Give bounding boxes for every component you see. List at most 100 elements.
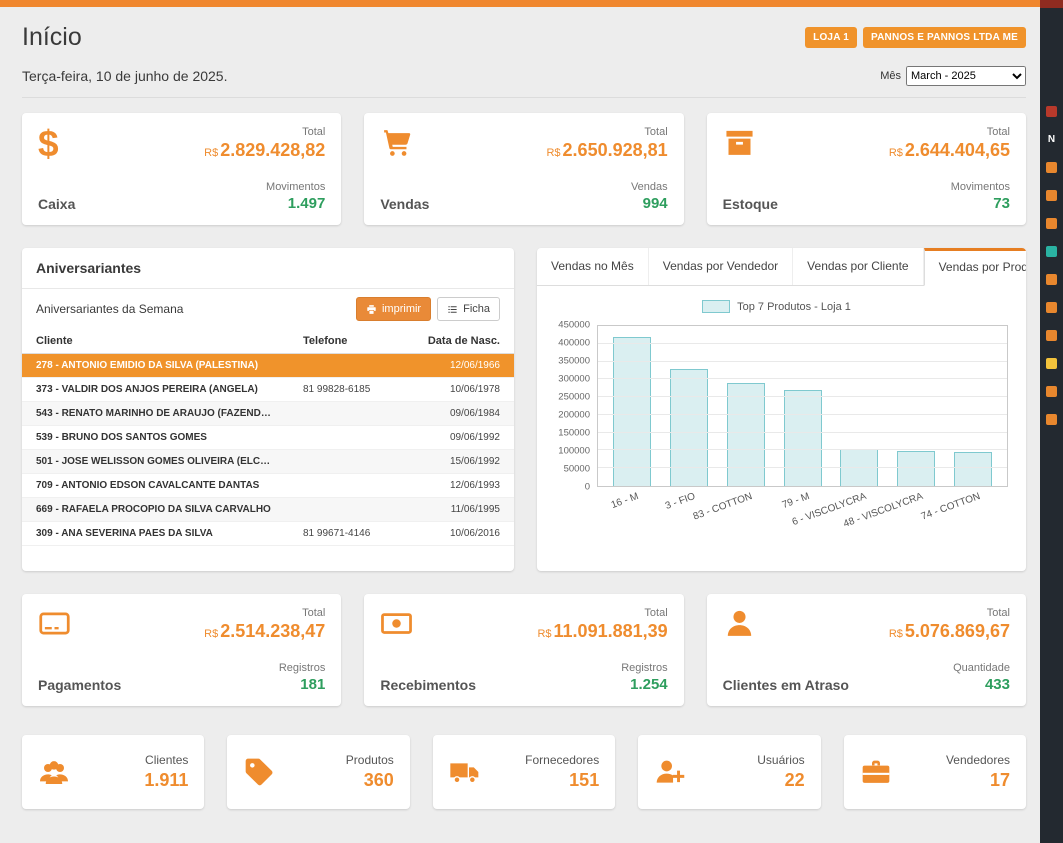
sidebar-shortcut-8-icon[interactable] — [1046, 358, 1057, 369]
sidebar-shortcut-5-icon[interactable] — [1046, 274, 1057, 285]
cell-telefone — [289, 450, 409, 474]
table-row[interactable]: 709 - ANTONIO EDSON CAVALCANTE DANTAS12/… — [22, 474, 514, 498]
y-tick-label: 200000 — [558, 410, 590, 421]
card-title: Pagamentos — [38, 677, 121, 693]
cell-telefone — [289, 402, 409, 426]
table-row[interactable]: 278 - ANTONIO EMIDIO DA SILVA (PALESTINA… — [22, 354, 514, 378]
mini-value: 151 — [569, 770, 599, 791]
y-tick-label: 400000 — [558, 338, 590, 349]
cell-data-nasc: 09/06/1992 — [409, 426, 514, 450]
mini-label: Fornecedores — [525, 753, 599, 767]
sidebar-n-badge[interactable]: N — [1046, 134, 1057, 145]
card-clientes-em-atraso[interactable]: Clientes em Atraso Total R$5.076.869,67 … — [707, 594, 1026, 706]
bar-16-m — [613, 337, 651, 486]
sidebar-shortcut-7-icon[interactable] — [1046, 330, 1057, 341]
ficha-button[interactable]: Ficha — [437, 297, 500, 321]
table-row[interactable]: 501 - JOSE WELISSON GOMES OLIVEIRA (ELC…… — [22, 450, 514, 474]
count-label: Registros — [279, 662, 325, 674]
mini-value: 17 — [990, 770, 1010, 791]
gridline — [598, 432, 1007, 433]
table-row[interactable]: 373 - VALDIR DOS ANJOS PEREIRA (ANGELA)8… — [22, 378, 514, 402]
store-badge[interactable]: LOJA 1 — [805, 27, 857, 48]
tab-vendas-por-vendedor[interactable]: Vendas por Vendedor — [649, 248, 793, 285]
sidebar-shortcut-4-icon[interactable] — [1046, 246, 1057, 257]
mini-label: Produtos — [346, 753, 394, 767]
sidebar-shortcut-10-icon[interactable] — [1046, 414, 1057, 425]
chart-area: Top 7 Produtos - Loja 1 0500001000001500… — [537, 286, 1026, 539]
x-tick-label: 79 - M — [780, 491, 810, 511]
col-cliente: Cliente — [22, 329, 289, 354]
gridline — [598, 361, 1007, 362]
bar-slot — [604, 326, 661, 486]
cell-telefone — [289, 354, 409, 378]
count-label: Registros — [621, 662, 667, 674]
count-value: 1.254 — [630, 676, 668, 693]
right-sidebar[interactable]: N — [1040, 0, 1063, 843]
card-caixa[interactable]: $ Caixa Total R$2.829.428,82 Movimentos … — [22, 113, 341, 225]
sidebar-shortcut-6-icon[interactable] — [1046, 302, 1057, 313]
bar-74-cotton — [954, 452, 992, 486]
current-date: Terça-feira, 10 de junho de 2025. — [22, 68, 227, 84]
y-tick-label: 450000 — [558, 320, 590, 331]
gridline — [598, 343, 1007, 344]
table-row[interactable]: 539 - BRUNO DOS SANTOS GOMES 09/06/1992 — [22, 426, 514, 450]
cell-cliente: 669 - RAFAELA PROCOPIO DA SILVA CARVALHO — [22, 498, 289, 522]
card-vendas[interactable]: Vendas Total R$2.650.928,81 Vendas 994 — [364, 113, 683, 225]
sales-panel: Vendas no MêsVendas por VendedorVendas p… — [537, 248, 1026, 571]
bar-48-viscolycra — [897, 451, 935, 486]
user-plus-icon — [654, 756, 686, 788]
card-estoque[interactable]: Estoque Total R$2.644.404,65 Movimentos … — [707, 113, 1026, 225]
count-value: 1.497 — [288, 195, 326, 212]
sidebar-shortcut-2-icon[interactable] — [1046, 190, 1057, 201]
month-select[interactable]: March - 2025 — [906, 66, 1026, 86]
birthdays-title: Aniversariantes — [22, 248, 514, 289]
total-label: Total — [644, 607, 667, 619]
stat-cards-top-row: $ Caixa Total R$2.829.428,82 Movimentos … — [22, 113, 1026, 225]
card-pagamentos[interactable]: Pagamentos Total R$2.514.238,47 Registro… — [22, 594, 341, 706]
cell-cliente: 539 - BRUNO DOS SANTOS GOMES — [22, 426, 289, 450]
card-title: Caixa — [38, 196, 75, 212]
count-value: 994 — [643, 195, 668, 212]
y-tick-label: 150000 — [558, 428, 590, 439]
main-content: Início LOJA 1 PANNOS E PANNOS LTDA ME Te… — [0, 7, 1040, 809]
cell-telefone: 81 99671-4146 — [289, 522, 409, 546]
card-fornecedores[interactable]: Fornecedores 151 — [433, 735, 615, 809]
gridline — [598, 449, 1007, 450]
tab-vendas-por-cliente[interactable]: Vendas por Cliente — [793, 248, 923, 285]
sidebar-shortcut-3-icon[interactable] — [1046, 218, 1057, 229]
count-label: Vendas — [631, 181, 668, 193]
cell-cliente: 373 - VALDIR DOS ANJOS PEREIRA (ANGELA) — [22, 378, 289, 402]
card-title: Estoque — [723, 196, 778, 212]
sidebar-shortcut-1-icon[interactable] — [1046, 162, 1057, 173]
table-row[interactable]: 543 - RENATO MARINHO DE ARAUJO (FAZEND…0… — [22, 402, 514, 426]
table-row[interactable]: 669 - RAFAELA PROCOPIO DA SILVA CARVALHO… — [22, 498, 514, 522]
card-produtos[interactable]: Produtos 360 — [227, 735, 409, 809]
cell-data-nasc: 10/06/2016 — [409, 522, 514, 546]
y-tick-label: 250000 — [558, 392, 590, 403]
date-row: Terça-feira, 10 de junho de 2025. Mês Ma… — [22, 66, 1026, 98]
currency-label: R$ — [889, 628, 903, 640]
cell-cliente: 709 - ANTONIO EDSON CAVALCANTE DANTAS — [22, 474, 289, 498]
stat-cards-mid-row: Pagamentos Total R$2.514.238,47 Registro… — [22, 594, 1026, 706]
birthday-table: Cliente Telefone Data de Nasc. 278 - ANT… — [22, 329, 514, 546]
card-title: Clientes em Atraso — [723, 677, 849, 693]
card-usuarios[interactable]: Usuários 22 — [638, 735, 820, 809]
tab-vendas-por-produto[interactable]: Vendas por Produto — [924, 248, 1026, 286]
tab-vendas-no-m-s[interactable]: Vendas no Mês — [537, 248, 649, 285]
chart-plot — [597, 325, 1008, 487]
legend-label: Top 7 Produtos - Loja 1 — [737, 301, 851, 313]
sidebar-shortcut-9-icon[interactable] — [1046, 386, 1057, 397]
card-vendedores[interactable]: Vendedores 17 — [844, 735, 1026, 809]
card-clientes[interactable]: Clientes 1.911 — [22, 735, 204, 809]
panels-row: Aniversariantes Aniversariantes da Seman… — [22, 248, 1026, 571]
list-icon — [447, 304, 458, 315]
briefcase-icon — [860, 756, 892, 788]
cell-cliente: 543 - RENATO MARINHO DE ARAUJO (FAZEND… — [22, 402, 289, 426]
print-button[interactable]: imprimir — [356, 297, 431, 321]
card-recebimentos[interactable]: Recebimentos Total R$11.091.881,39 Regis… — [364, 594, 683, 706]
amount: 2.644.404,65 — [905, 140, 1010, 160]
table-row[interactable]: 309 - ANA SEVERINA PAES DA SILVA81 99671… — [22, 522, 514, 546]
sidebar-alert-icon[interactable] — [1046, 106, 1057, 117]
company-badge[interactable]: PANNOS E PANNOS LTDA ME — [863, 27, 1026, 48]
cell-telefone — [289, 474, 409, 498]
